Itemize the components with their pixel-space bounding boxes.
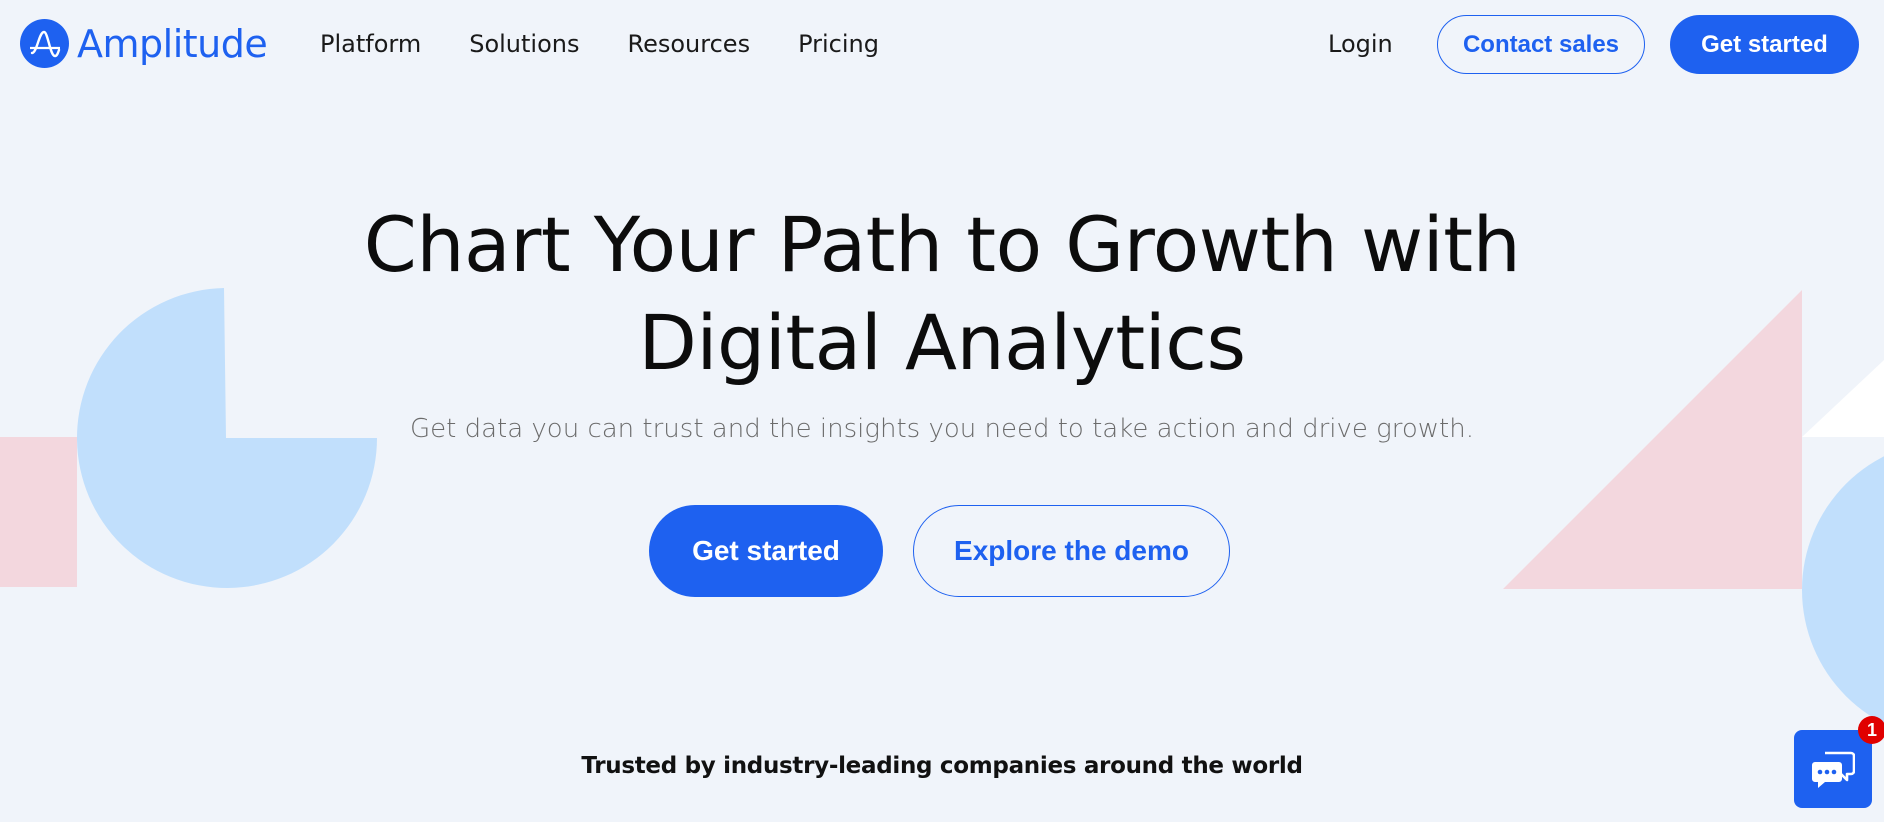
amplitude-wave-icon: [20, 19, 69, 68]
nav-platform[interactable]: Platform: [320, 30, 421, 58]
hero-title-line-1: Chart Your Path to Growth with: [363, 200, 1521, 289]
brand-logo[interactable]: Amplitude: [20, 19, 268, 68]
nav-solutions[interactable]: Solutions: [469, 30, 579, 58]
trusted-by-heading: Trusted by industry-leading companies ar…: [581, 753, 1303, 779]
main-nav: Platform Solutions Resources Pricing: [320, 30, 927, 58]
explore-demo-button[interactable]: Explore the demo: [913, 505, 1230, 597]
landing-page: Amplitude Platform Solutions Resources P…: [0, 0, 1884, 822]
header-get-started-button[interactable]: Get started: [1670, 15, 1859, 74]
login-link[interactable]: Login: [1328, 30, 1393, 58]
hero-subtitle: Get data you can trust and the insights …: [409, 414, 1474, 444]
chat-widget-button[interactable]: [1794, 730, 1872, 808]
deco-pink-rect: [0, 437, 77, 587]
site-header: Amplitude Platform Solutions Resources P…: [0, 0, 1884, 92]
chat-notification-badge: 1: [1858, 716, 1884, 744]
contact-sales-button[interactable]: Contact sales: [1437, 15, 1645, 74]
hero-title: Chart Your Path to Growth with Digital A…: [0, 196, 1884, 392]
nav-resources[interactable]: Resources: [628, 30, 751, 58]
brand-name: Amplitude: [77, 21, 268, 66]
hero-get-started-button[interactable]: Get started: [649, 505, 883, 597]
hero-title-line-2: Digital Analytics: [638, 298, 1246, 387]
decorative-shapes: [0, 288, 1884, 724]
chat-bubbles-icon: [1812, 751, 1855, 788]
nav-pricing[interactable]: Pricing: [798, 30, 879, 58]
deco-blue-circle: [1802, 456, 1884, 724]
